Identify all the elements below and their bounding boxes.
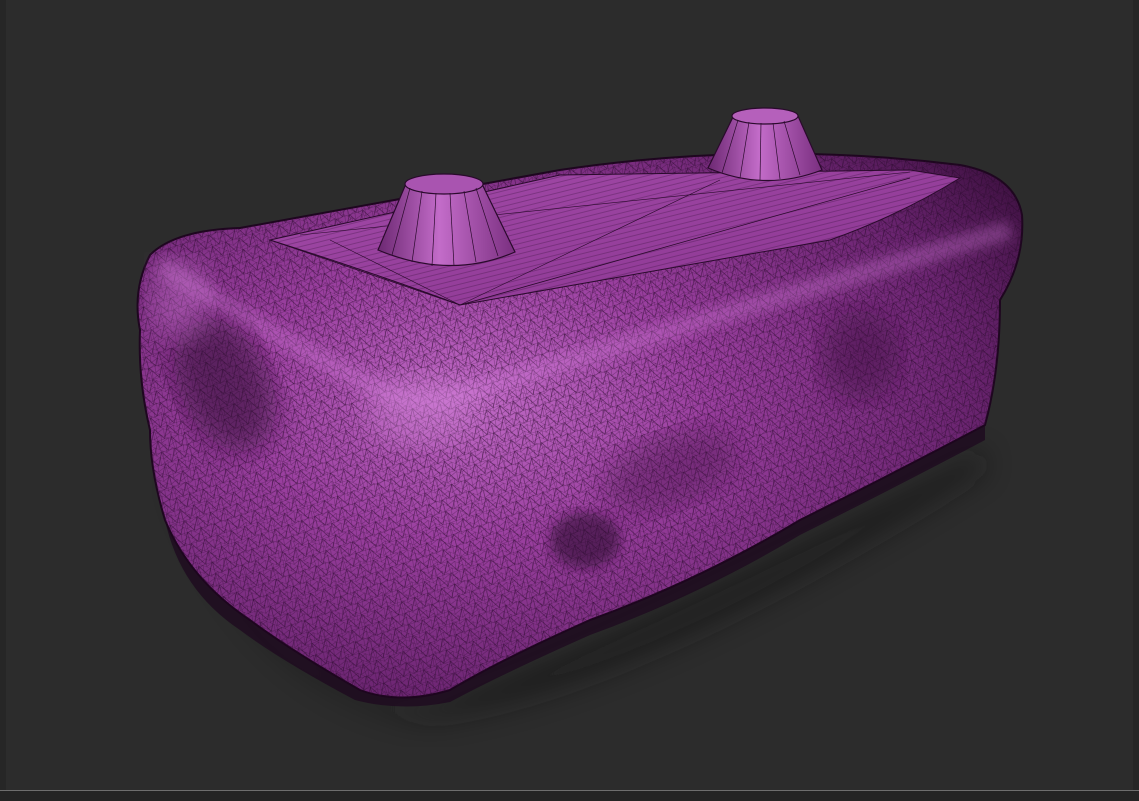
model-render[interactable] xyxy=(0,0,1139,790)
peg-right[interactable] xyxy=(707,107,823,182)
3d-viewport[interactable] xyxy=(0,0,1139,801)
viewport-bottom-strip xyxy=(0,791,1139,801)
